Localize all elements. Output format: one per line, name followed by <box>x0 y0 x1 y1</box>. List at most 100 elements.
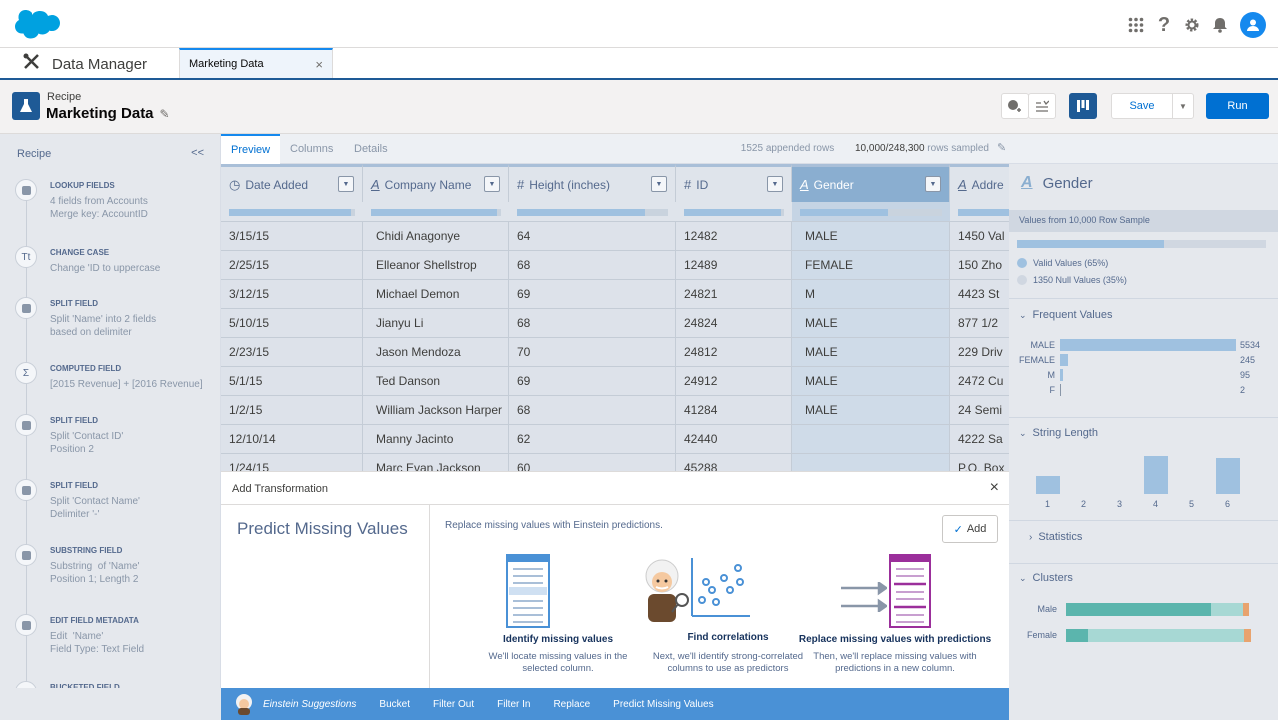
table-cell[interactable]: Ted Danson <box>363 367 509 396</box>
table-cell[interactable]: 2/25/15 <box>221 251 363 280</box>
frequency-bar[interactable] <box>1060 369 1063 381</box>
table-cell[interactable] <box>792 425 950 454</box>
add-button[interactable]: ✓ Add <box>942 515 998 543</box>
table-cell[interactable]: 3/12/15 <box>221 280 363 309</box>
table-cell[interactable]: 68 <box>509 251 676 280</box>
string-length-header[interactable]: ⌄ String Length <box>1019 427 1098 439</box>
table-cell[interactable]: 12482 <box>676 222 792 251</box>
user-avatar[interactable] <box>1240 12 1266 38</box>
suggestion-filter-out[interactable]: Filter Out <box>433 699 474 710</box>
suggestion-filter-in[interactable]: Filter In <box>497 699 530 710</box>
column-menu-icon[interactable]: ▼ <box>651 176 667 192</box>
pencil-icon[interactable]: ✎ <box>160 107 170 121</box>
table-cell[interactable]: 24912 <box>676 367 792 396</box>
table-cell[interactable]: 62 <box>509 425 676 454</box>
close-icon[interactable]: × <box>990 479 999 497</box>
frequent-values-header[interactable]: ⌄ Frequent Values <box>1019 309 1112 321</box>
frequency-bar[interactable] <box>1060 339 1236 351</box>
table-cell[interactable]: 4423 St <box>950 280 1009 309</box>
table-cell[interactable]: 12/10/14 <box>221 425 363 454</box>
column-header[interactable]: # Height (inches) ▼ <box>509 164 676 202</box>
save-menu-button[interactable]: ▼ <box>1172 93 1194 119</box>
table-cell[interactable]: MALE <box>792 338 950 367</box>
collapse-panel-button[interactable]: << <box>191 147 204 159</box>
suggestion-bucket[interactable]: Bucket <box>379 699 410 710</box>
cluster-segment[interactable] <box>1211 603 1243 616</box>
salesforce-logo[interactable] <box>12 10 60 47</box>
table-cell[interactable]: Michael Demon <box>363 280 509 309</box>
table-cell[interactable]: William Jackson Harper <box>363 396 509 425</box>
table-cell[interactable]: 64 <box>509 222 676 251</box>
table-cell[interactable]: Marc Evan Jackson <box>363 454 509 472</box>
board-view-button[interactable] <box>1069 93 1097 119</box>
column-menu-icon[interactable]: ▼ <box>338 176 354 192</box>
table-cell[interactable]: 1/24/15 <box>221 454 363 472</box>
list-settings-button[interactable] <box>1028 93 1056 119</box>
suggestion-replace[interactable]: Replace <box>553 699 590 710</box>
clusters-header[interactable]: ⌄ Clusters <box>1019 572 1073 584</box>
bell-icon[interactable] <box>1212 14 1228 36</box>
column-header[interactable]: A Gender ▼ <box>792 164 950 202</box>
table-cell[interactable]: 68 <box>509 309 676 338</box>
save-button[interactable]: Save <box>1111 93 1173 119</box>
tab-details[interactable]: Details <box>344 134 398 164</box>
table-cell[interactable]: 69 <box>509 280 676 309</box>
table-cell[interactable]: 41284 <box>676 396 792 425</box>
cluster-segment[interactable] <box>1243 603 1249 616</box>
table-cell[interactable]: Jason Mendoza <box>363 338 509 367</box>
table-cell[interactable]: M <box>792 280 950 309</box>
column-menu-icon[interactable]: ▼ <box>767 176 783 192</box>
table-cell[interactable]: Chidi Anagonye <box>363 222 509 251</box>
table-cell[interactable]: Elleanor Shellstrop <box>363 251 509 280</box>
table-cell[interactable]: 2472 Cu <box>950 367 1009 396</box>
table-cell[interactable]: MALE <box>792 396 950 425</box>
column-menu-icon[interactable]: ▼ <box>925 176 941 192</box>
length-bar[interactable] <box>1216 458 1240 494</box>
pencil-icon[interactable]: ✎ <box>997 141 1006 154</box>
table-cell[interactable]: 12489 <box>676 251 792 280</box>
add-node-button[interactable] <box>1001 93 1029 119</box>
cluster-segment[interactable] <box>1066 603 1211 616</box>
table-cell[interactable]: MALE <box>792 309 950 338</box>
table-cell[interactable]: MALE <box>792 367 950 396</box>
table-cell[interactable]: 3/15/15 <box>221 222 363 251</box>
statistics-header[interactable]: › Statistics <box>1029 531 1082 543</box>
table-cell[interactable]: 150 Zho <box>950 251 1009 280</box>
gear-icon[interactable] <box>1184 14 1200 36</box>
close-tab-icon[interactable]: × <box>315 57 323 72</box>
table-cell[interactable]: 24 Semi <box>950 396 1009 425</box>
table-cell[interactable]: 5/10/15 <box>221 309 363 338</box>
table-cell[interactable]: 69 <box>509 367 676 396</box>
length-bar[interactable] <box>1144 456 1168 494</box>
table-cell[interactable]: Manny Jacinto <box>363 425 509 454</box>
table-cell[interactable] <box>792 454 950 472</box>
table-cell[interactable]: 1/2/15 <box>221 396 363 425</box>
suggestion-predict-missing-values[interactable]: Predict Missing Values <box>613 699 713 710</box>
tab-preview[interactable]: Preview <box>221 134 281 164</box>
table-cell[interactable]: 1450 Val <box>950 222 1009 251</box>
app-name[interactable]: Data Manager <box>22 53 147 75</box>
run-button[interactable]: Run <box>1206 93 1269 119</box>
transformation-title[interactable]: Predict Missing Values <box>237 519 408 539</box>
column-header[interactable]: # ID ▼ <box>676 164 792 202</box>
column-header[interactable]: A Company Name ▼ <box>363 164 509 202</box>
table-cell[interactable]: 229 Driv <box>950 338 1009 367</box>
table-cell[interactable]: 70 <box>509 338 676 367</box>
tab-columns[interactable]: Columns <box>280 134 343 164</box>
frequency-bar[interactable] <box>1060 354 1068 366</box>
table-cell[interactable]: 24824 <box>676 309 792 338</box>
frequency-bar[interactable] <box>1060 384 1061 396</box>
table-cell[interactable]: 42440 <box>676 425 792 454</box>
cluster-segment[interactable] <box>1244 629 1251 642</box>
table-cell[interactable]: 877 1/2 <box>950 309 1009 338</box>
cluster-segment[interactable] <box>1088 629 1244 642</box>
app-launcher-icon[interactable] <box>1128 14 1144 36</box>
table-cell[interactable]: 2/23/15 <box>221 338 363 367</box>
column-header[interactable]: A Addre <box>950 164 1009 202</box>
cluster-segment[interactable] <box>1066 629 1088 642</box>
table-cell[interactable]: 60 <box>509 454 676 472</box>
table-cell[interactable]: 45288 <box>676 454 792 472</box>
table-cell[interactable]: Jianyu Li <box>363 309 509 338</box>
help-icon[interactable]: ? <box>1156 14 1172 36</box>
column-header[interactable]: ◷ Date Added ▼ <box>221 164 363 202</box>
